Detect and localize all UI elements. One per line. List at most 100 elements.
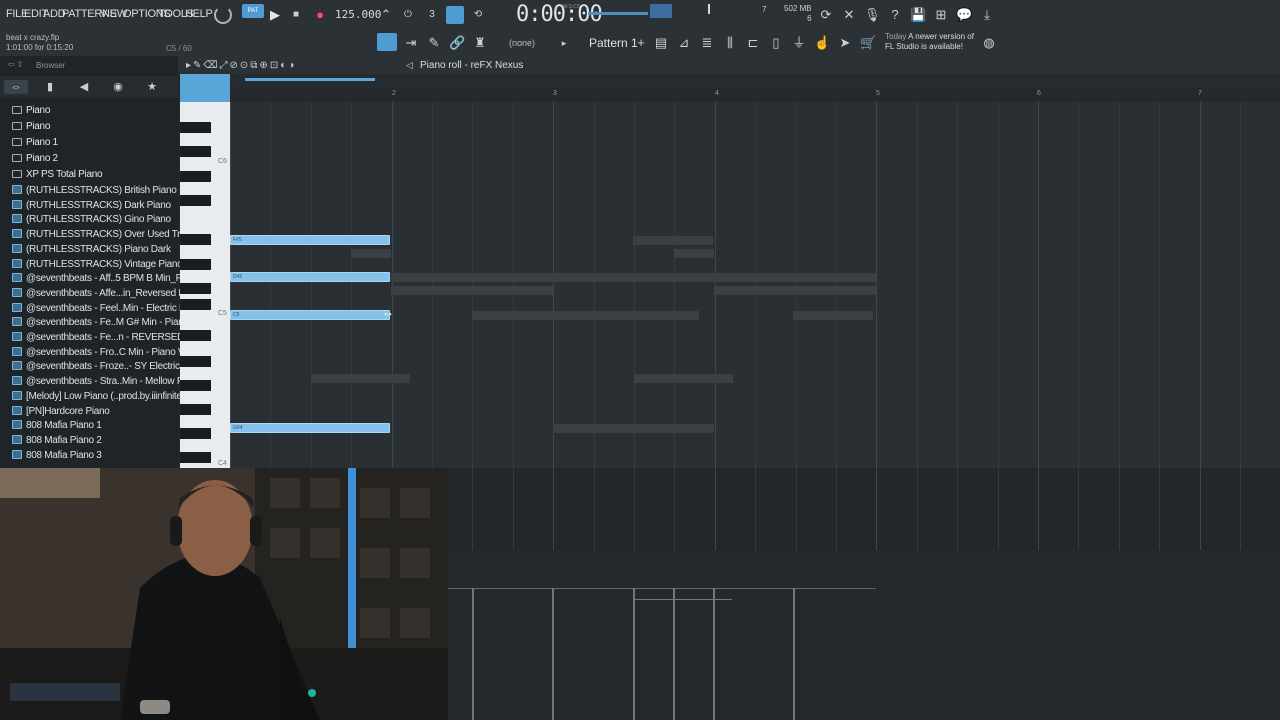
- globe-icon[interactable]: ◍: [981, 35, 997, 51]
- black-key[interactable]: [180, 452, 211, 463]
- instrument-icon[interactable]: ♜: [472, 35, 488, 51]
- black-key[interactable]: [180, 259, 211, 270]
- velocity-bar[interactable]: [472, 588, 474, 720]
- piano-roll-icon[interactable]: ⊿: [676, 35, 692, 51]
- browser-tab-plugin-icon[interactable]: ◉: [106, 80, 130, 94]
- blend-recording-icon[interactable]: ⟲: [470, 7, 486, 23]
- browser-preset[interactable]: [Melody] Low Piano (..prod.by.iiinfinite…: [12, 390, 185, 405]
- mixer-icon[interactable]: ⊞: [933, 7, 949, 23]
- velocity-bar[interactable]: [552, 588, 554, 720]
- browser-folder[interactable]: Piano 2: [12, 153, 58, 167]
- touch-icon[interactable]: ☝: [814, 35, 830, 51]
- browser-preset[interactable]: @seventhbeats - Stra..Min - Mellow Piano: [12, 376, 201, 390]
- pattern-song-toggle[interactable]: PAT: [242, 4, 264, 18]
- master-volume-slider[interactable]: [588, 12, 648, 15]
- midi-note[interactable]: C5: [230, 310, 390, 320]
- snap-arrow-icon[interactable]: ⇥: [403, 35, 419, 51]
- velocity-event-editor[interactable]: [448, 550, 1280, 720]
- piano-roll-corner[interactable]: [180, 74, 230, 102]
- hierarchy-icon[interactable]: ⊏: [745, 35, 761, 51]
- piano-roll-view-icon[interactable]: [377, 33, 397, 51]
- scroll-overview[interactable]: [230, 74, 1280, 88]
- plugin-icon[interactable]: ⏚: [791, 35, 807, 51]
- refresh-icon[interactable]: ⟳: [818, 7, 834, 23]
- black-key[interactable]: [180, 330, 211, 341]
- midi-note[interactable]: D#5: [230, 272, 390, 282]
- browser-preset[interactable]: 808 Mafia Piano 2: [12, 434, 102, 449]
- help-icon[interactable]: ?: [887, 7, 903, 23]
- velocity-bar[interactable]: [633, 588, 635, 720]
- browser-preset[interactable]: 808 Mafia Piano 1: [12, 420, 102, 434]
- velocity-bar[interactable]: [713, 588, 715, 720]
- metronome-icon[interactable]: ⌃: [378, 7, 394, 23]
- browser-tab-speaker-icon[interactable]: ◀: [72, 80, 96, 94]
- link-icon[interactable]: 🔗: [449, 35, 465, 51]
- black-key[interactable]: [180, 404, 211, 415]
- black-key[interactable]: [180, 195, 211, 206]
- browser-tab-all-icon[interactable]: ⇔: [4, 80, 28, 94]
- midi-note[interactable]: F#5: [230, 235, 390, 245]
- browser-preset[interactable]: @seventhbeats - Fe..M G# Min - Piano V2: [12, 317, 203, 331]
- play-icon[interactable]: ▶: [267, 7, 283, 23]
- velocity-bar[interactable]: [793, 588, 795, 720]
- stop-icon[interactable]: ■: [288, 7, 304, 23]
- tempo-display[interactable]: 125.000: [335, 8, 381, 21]
- browser-preset[interactable]: @seventhbeats - Fro..C Min - Piano V2 #2: [12, 346, 203, 361]
- chat-icon[interactable]: 💬: [956, 7, 972, 23]
- download-icon[interactable]: ⤓: [979, 7, 995, 23]
- black-key[interactable]: [180, 299, 211, 310]
- piano-roll-tools[interactable]: ▸✎⌫⤢⊘⊙⧉⊕⊡◐◑: [186, 60, 296, 71]
- browser-preset[interactable]: @seventhbeats - Affe...in_Reversed Piano: [12, 287, 203, 302]
- black-key[interactable]: [180, 171, 211, 182]
- step-edit-icon[interactable]: [446, 6, 464, 24]
- black-key[interactable]: [180, 234, 211, 245]
- countdown-icon[interactable]: 3: [424, 7, 440, 23]
- master-pitch-slider[interactable]: [690, 4, 760, 18]
- black-key[interactable]: [180, 283, 211, 294]
- velocity-bar[interactable]: [673, 588, 675, 720]
- browser-icon[interactable]: ▯: [768, 35, 784, 51]
- black-key[interactable]: [180, 122, 211, 133]
- browser-tab-favorites-icon[interactable]: ★: [140, 80, 164, 94]
- menu-help[interactable]: HELP: [185, 8, 213, 20]
- browser-preset[interactable]: [PN]Hardcore Piano: [12, 405, 110, 420]
- browser-preset[interactable]: 808 Mafia Piano 3: [12, 449, 102, 464]
- timeline-ruler[interactable]: [230, 88, 1280, 102]
- wait-input-icon[interactable]: ⏻: [400, 7, 416, 23]
- record-icon[interactable]: ●: [312, 7, 328, 23]
- chevron-right-icon[interactable]: ▸: [556, 35, 572, 51]
- microphone-icon[interactable]: 🎙: [864, 7, 881, 23]
- send-icon[interactable]: ➤: [837, 35, 853, 51]
- news-panel[interactable]: Today A newer version of FL Studio is av…: [885, 32, 974, 52]
- black-key[interactable]: [180, 428, 211, 439]
- loop-record-icon[interactable]: [214, 6, 232, 24]
- pattern-selector[interactable]: Pattern 1: [589, 36, 638, 50]
- save-icon[interactable]: 💾: [910, 7, 926, 23]
- browser-preset[interactable]: @seventhbeats - Aff..5 BPM B Min_Piano: [12, 273, 200, 287]
- midi-note[interactable]: G#4: [230, 423, 390, 433]
- cart-icon[interactable]: 🛒: [860, 35, 876, 51]
- browser-preset[interactable]: (RUTHLESSTRACKS) Vintage Piano: [12, 258, 183, 273]
- mixer-sliders-icon[interactable]: ⫼: [722, 35, 738, 51]
- browser-tab-project-icon[interactable]: ▮: [38, 80, 62, 94]
- browser-preset[interactable]: (RUTHLESSTRACKS) Piano Dark: [12, 243, 171, 258]
- tools-icon[interactable]: ✕: [841, 7, 857, 23]
- browser-preset[interactable]: (RUTHLESSTRACKS) British Piano: [12, 185, 177, 199]
- channel-rack-icon[interactable]: ≣: [699, 35, 715, 51]
- black-key[interactable]: [180, 356, 211, 367]
- snap-select[interactable]: (none): [509, 38, 535, 48]
- browser-preset[interactable]: (RUTHLESSTRACKS) Dark Piano: [12, 199, 171, 214]
- browser-folder[interactable]: Piano: [12, 105, 50, 119]
- browser-folder[interactable]: XP PS Total Piano: [12, 169, 103, 183]
- browser-folder[interactable]: Piano 1: [12, 137, 58, 151]
- black-key[interactable]: [180, 146, 211, 157]
- browser-preset[interactable]: @seventhbeats - Feel..Min - Electric Pia…: [12, 302, 203, 317]
- browser-nav-icons[interactable]: ⇦ ⇧: [8, 60, 24, 69]
- add-pattern-icon[interactable]: +: [633, 35, 649, 51]
- browser-folder[interactable]: Piano: [12, 121, 50, 135]
- playlist-icon[interactable]: ▤: [653, 35, 669, 51]
- black-key[interactable]: [180, 380, 211, 391]
- draw-icon[interactable]: ✎: [426, 35, 442, 51]
- browser-preset[interactable]: @seventhbeats - Froze..- SY Electric Pia…: [12, 361, 207, 375]
- browser-preset[interactable]: (RUTHLESSTRACKS) Gino Piano: [12, 214, 171, 228]
